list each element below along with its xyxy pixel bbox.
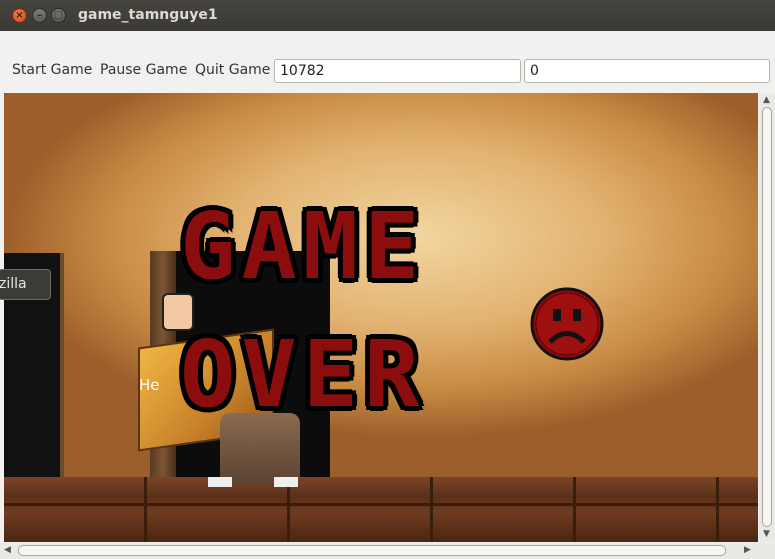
game-over-line2: OVER — [180, 321, 426, 428]
game-canvas[interactable]: GAME OVER He — [4, 93, 758, 542]
window-titlebar: × – □ game_tamnguye1 — [0, 0, 775, 31]
window-title: game_tamnguye1 — [78, 7, 218, 23]
sad-face-icon — [530, 287, 604, 361]
close-icon[interactable]: × — [12, 8, 27, 23]
quit-game-button[interactable]: Quit Game — [195, 62, 270, 78]
score-field[interactable]: 10782 — [274, 59, 521, 83]
side-popup[interactable]: zilla — [0, 269, 51, 300]
character-speech-text: He — [139, 376, 160, 394]
vertical-scroll-thumb[interactable] — [762, 107, 772, 527]
scroll-up-icon[interactable]: ▲ — [763, 95, 770, 105]
horizontal-scroll-thumb[interactable] — [18, 545, 726, 556]
floor-divider — [4, 503, 758, 506]
player-shoes — [208, 477, 298, 487]
scroll-left-icon[interactable]: ◀ — [4, 545, 11, 555]
second-field[interactable]: 0 — [524, 59, 770, 83]
scroll-down-icon[interactable]: ▼ — [763, 529, 770, 539]
maximize-icon[interactable]: □ — [51, 8, 66, 23]
minimize-icon[interactable]: – — [32, 8, 47, 23]
pause-game-button[interactable]: Pause Game — [100, 62, 187, 78]
scroll-right-icon[interactable]: ▶ — [744, 545, 751, 555]
wooden-floor — [4, 477, 758, 542]
game-over-line1: GAME — [180, 193, 426, 300]
start-game-button[interactable]: Start Game — [12, 62, 92, 78]
